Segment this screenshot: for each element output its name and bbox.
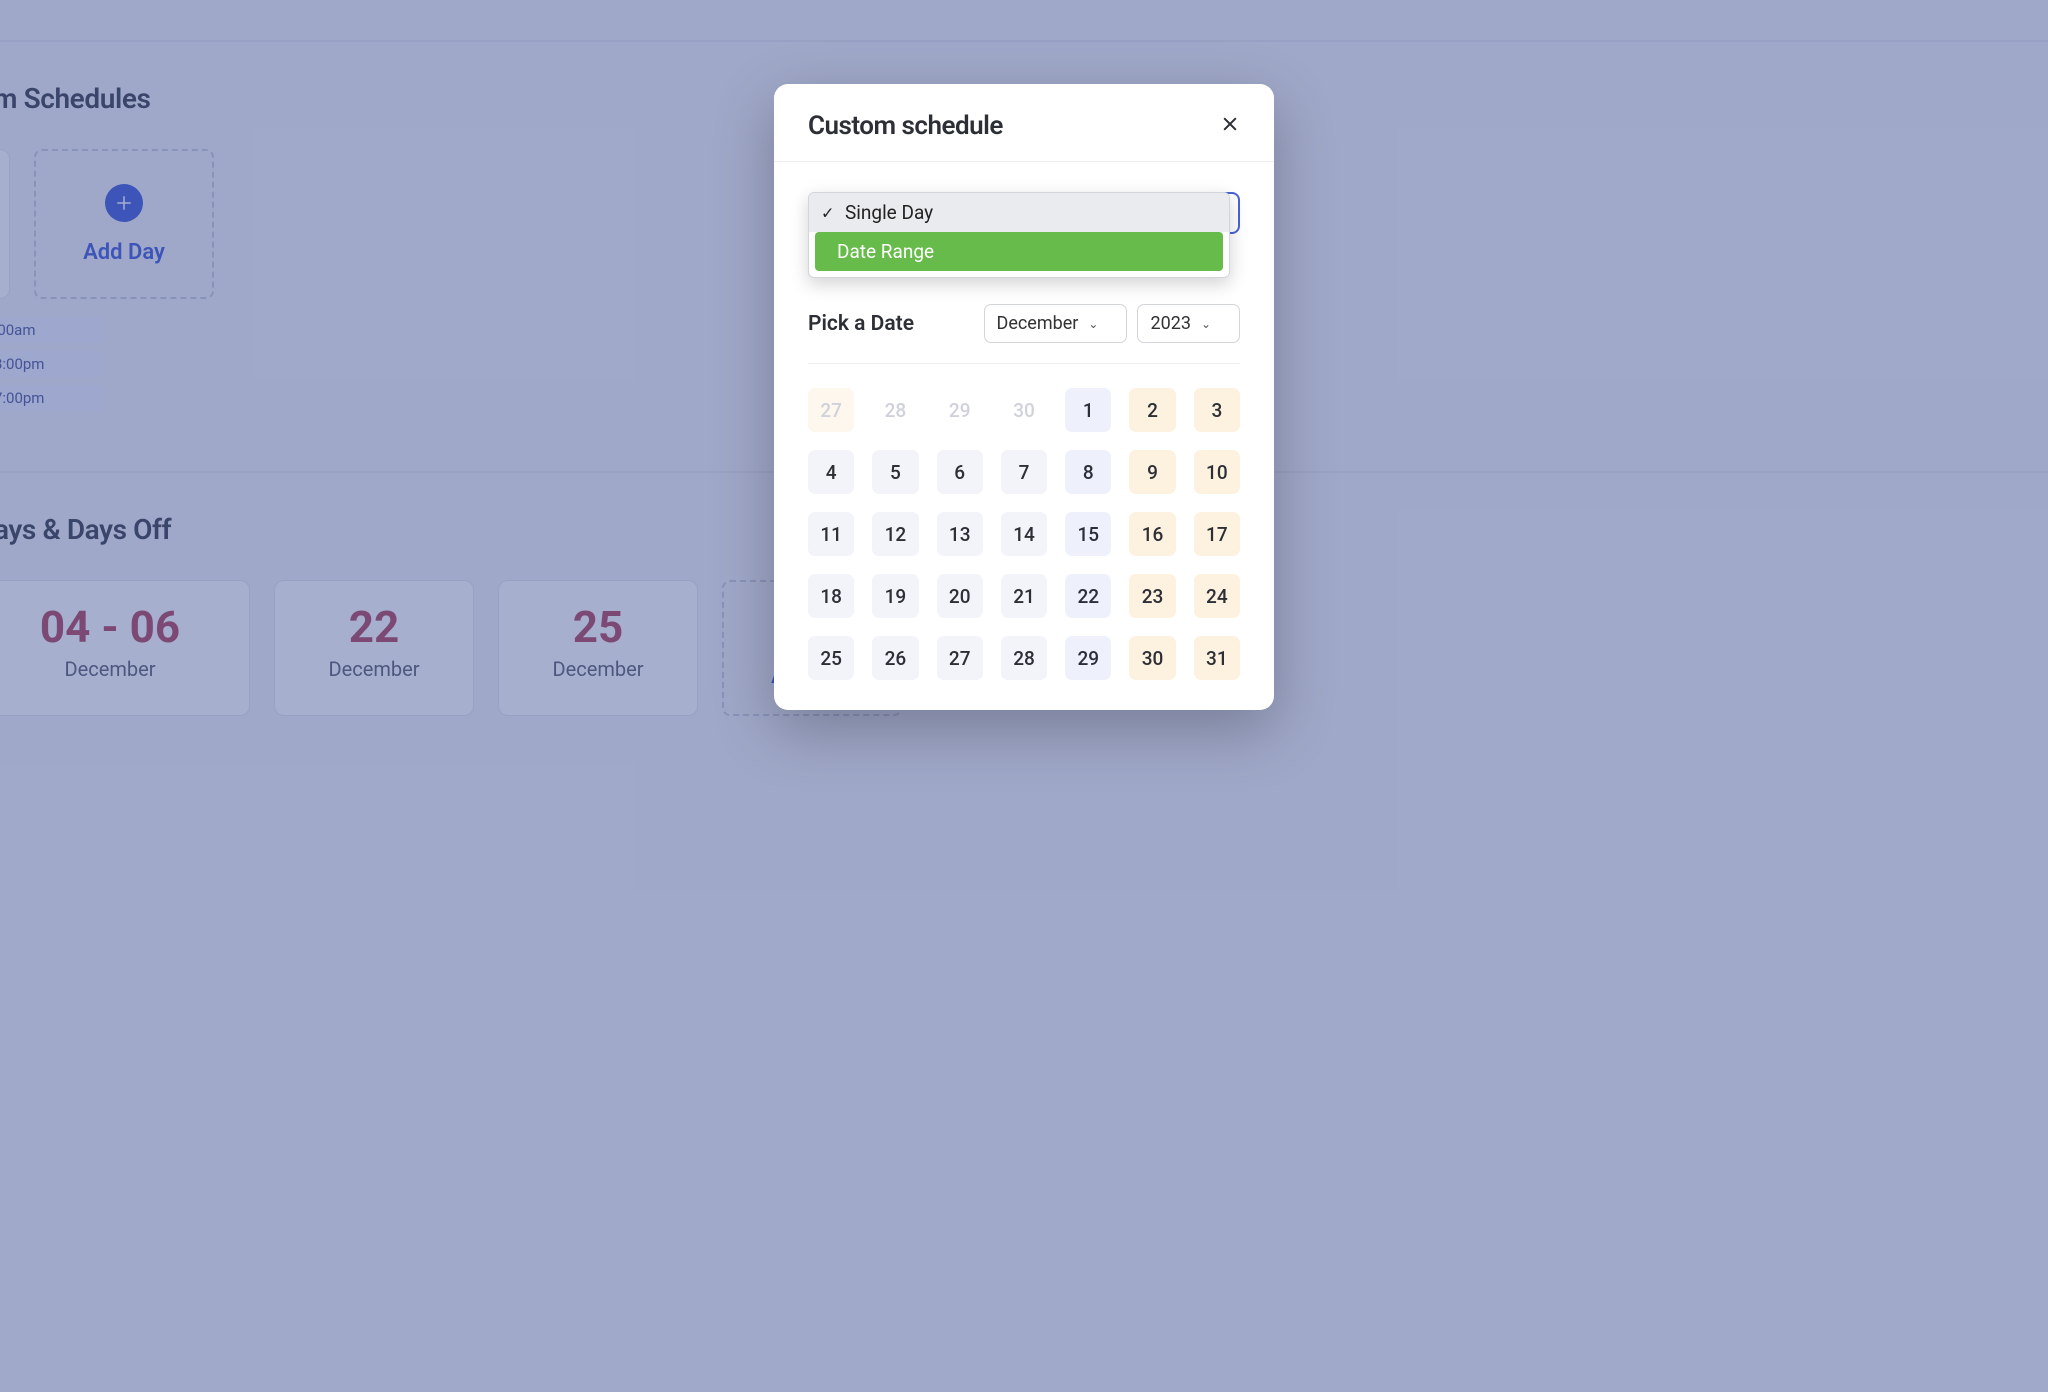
calendar-grid: 2728293012345678910111213141516171819202… [808, 388, 1240, 680]
calendar-day[interactable]: 15 [1065, 512, 1111, 556]
calendar-day[interactable]: 16 [1129, 512, 1175, 556]
calendar-day[interactable]: 28 [1001, 636, 1047, 680]
month-year-selects: December ⌄ 2023 ⌄ [984, 304, 1240, 343]
dropdown-option-single-day[interactable]: ✓ Single Day [809, 193, 1229, 232]
pick-date-row: Pick a Date December ⌄ 2023 ⌄ [808, 304, 1240, 343]
calendar-day[interactable]: 26 [872, 636, 918, 680]
month-select-value: December [997, 313, 1079, 334]
calendar-day[interactable]: 22 [1065, 574, 1111, 618]
chevron-down-icon: ⌄ [1088, 317, 1098, 331]
calendar-day[interactable]: 5 [872, 450, 918, 494]
calendar-day[interactable]: 23 [1129, 574, 1175, 618]
calendar-day[interactable]: 24 [1194, 574, 1240, 618]
year-select[interactable]: 2023 ⌄ [1137, 304, 1240, 343]
calendar-day: 28 [872, 388, 918, 432]
calendar-day[interactable]: 6 [937, 450, 983, 494]
checkmark-icon: ✓ [821, 203, 834, 222]
calendar-day: 27 [808, 388, 854, 432]
calendar-day[interactable]: 3 [1194, 388, 1240, 432]
pick-date-label: Pick a Date [808, 312, 914, 336]
modal-title: Custom schedule [808, 111, 1003, 141]
calendar-day[interactable]: 12 [872, 512, 918, 556]
calendar-day[interactable]: 14 [1001, 512, 1047, 556]
calendar-day: 30 [1001, 388, 1047, 432]
calendar-day[interactable]: 1 [1065, 388, 1111, 432]
mode-dropdown[interactable]: ✓ Single Day Date Range [808, 192, 1230, 278]
calendar-day[interactable]: 29 [1065, 636, 1111, 680]
calendar-day[interactable]: 20 [937, 574, 983, 618]
calendar-day[interactable]: 7 [1001, 450, 1047, 494]
dropdown-option-label: Single Day [845, 201, 933, 224]
dropdown-option-label: Date Range [837, 240, 934, 263]
calendar-day[interactable]: 11 [808, 512, 854, 556]
calendar-day[interactable]: 27 [937, 636, 983, 680]
calendar-day[interactable]: 25 [808, 636, 854, 680]
modal-header: Custom schedule [774, 84, 1274, 162]
close-icon [1220, 114, 1240, 134]
calendar-day[interactable]: 17 [1194, 512, 1240, 556]
month-select[interactable]: December ⌄ [984, 304, 1128, 343]
calendar-day[interactable]: 13 [937, 512, 983, 556]
calendar-day[interactable]: 10 [1194, 450, 1240, 494]
calendar-day: 29 [937, 388, 983, 432]
calendar-day[interactable]: 30 [1129, 636, 1175, 680]
calendar-day[interactable]: 19 [872, 574, 918, 618]
custom-schedule-modal: Custom schedule ✓ Single Day Date Range … [774, 84, 1274, 710]
close-button[interactable] [1216, 110, 1244, 141]
calendar-day[interactable]: 21 [1001, 574, 1047, 618]
calendar-day[interactable]: 2 [1129, 388, 1175, 432]
calendar-day[interactable]: 31 [1194, 636, 1240, 680]
calendar-day[interactable]: 4 [808, 450, 854, 494]
modal-body: ✓ Single Day Date Range Pick a Date Dece… [774, 162, 1274, 710]
year-select-value: 2023 [1150, 313, 1190, 334]
divider [808, 363, 1240, 364]
calendar-day[interactable]: 18 [808, 574, 854, 618]
chevron-down-icon: ⌄ [1201, 317, 1211, 331]
calendar-day[interactable]: 8 [1065, 450, 1111, 494]
dropdown-option-date-range[interactable]: Date Range [815, 232, 1223, 271]
calendar-day[interactable]: 9 [1129, 450, 1175, 494]
